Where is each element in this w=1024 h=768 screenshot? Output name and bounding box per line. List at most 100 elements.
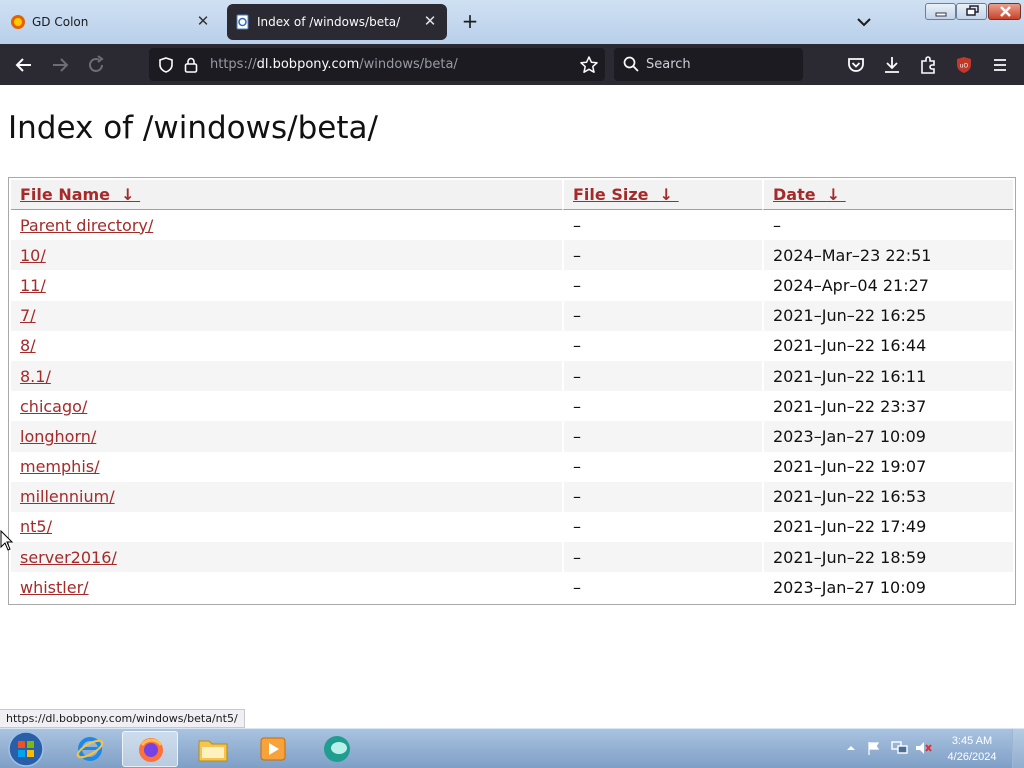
table-row: longhorn/ –2023–Jan–27 10:09 <box>11 421 1013 452</box>
reload-icon[interactable] <box>84 53 108 77</box>
file-size-cell: – <box>562 572 762 603</box>
taskbar-firefox[interactable] <box>122 731 178 767</box>
file-name-cell: memphis/ <box>11 452 562 482</box>
file-name-cell: 8/ <box>11 331 562 361</box>
date-cell: 2021–Jun–22 16:25 <box>762 300 1013 331</box>
shield-icon[interactable] <box>157 56 175 74</box>
system-clock[interactable]: 3:45 AM 4/26/2024 <box>936 733 1008 765</box>
date-cell: 2023–Jan–27 10:09 <box>762 572 1013 603</box>
tab-gd-colon[interactable]: GD Colon ✕ <box>2 4 220 40</box>
url-text[interactable]: https://dl.bobpony.com/windows/beta/ <box>210 57 458 72</box>
windows-taskbar: 3:45 AM 4/26/2024 <box>0 728 1024 768</box>
sort-by-name-link[interactable]: File Name ↓ <box>20 185 140 204</box>
search-input[interactable]: Search <box>646 57 691 72</box>
directory-link[interactable]: whistler/ <box>20 578 89 597</box>
taskbar-media-player[interactable] <box>245 731 301 767</box>
tab-index-of-windows-beta[interactable]: Index of /windows/beta/ ✕ <box>227 4 447 40</box>
date-cell: 2023–Jan–27 10:09 <box>762 421 1013 452</box>
file-size-cell: – <box>562 240 762 271</box>
address-bar[interactable]: https://dl.bobpony.com/windows/beta/ <box>149 48 605 81</box>
table-row: memphis/ –2021–Jun–22 19:07 <box>11 451 1013 482</box>
directory-link[interactable]: chicago/ <box>20 397 87 416</box>
directory-link[interactable]: longhorn/ <box>20 427 96 446</box>
file-size-cell: – <box>562 421 762 452</box>
table-row: 10/ –2024–Mar–23 22:51 <box>11 240 1013 271</box>
file-name-cell: millennium/ <box>11 481 562 512</box>
sort-arrow-icon: ↓ <box>121 185 135 204</box>
directory-link[interactable]: 8/ <box>20 336 36 355</box>
directory-link[interactable]: 8.1/ <box>20 367 51 386</box>
date-cell: 2024–Mar–23 22:51 <box>762 240 1013 271</box>
table-row: chicago/ –2021–Jun–22 23:37 <box>11 391 1013 422</box>
page-icon <box>236 14 249 30</box>
hamburger-menu-icon[interactable] <box>988 53 1012 77</box>
window-restore-button[interactable] <box>956 3 987 20</box>
directory-link[interactable]: memphis/ <box>20 457 99 476</box>
taskbar-app[interactable] <box>309 731 365 767</box>
table-row: whistler/ –2023–Jan–27 10:09 <box>11 572 1013 603</box>
extensions-puzzle-icon[interactable] <box>916 53 940 77</box>
file-size-cell: – <box>562 511 762 543</box>
directory-link[interactable]: server2016/ <box>20 548 117 567</box>
table-row: 8/ –2021–Jun–22 16:44 <box>11 330 1013 361</box>
table-row: 7/ –2021–Jun–22 16:25 <box>11 300 1013 331</box>
pocket-icon[interactable] <box>844 53 868 77</box>
file-size-cell: – <box>562 300 762 331</box>
sort-by-date-link[interactable]: Date ↓ <box>773 185 846 204</box>
clock-time: 3:45 AM <box>951 735 993 747</box>
network-icon[interactable] <box>890 740 908 756</box>
firefox-icon <box>139 738 163 762</box>
date-cell: 2024–Apr–04 21:27 <box>762 270 1013 301</box>
tab-title: GD Colon <box>32 15 89 29</box>
date-cell: 2021–Jun–22 16:53 <box>762 481 1013 512</box>
close-tab-icon[interactable]: ✕ <box>421 12 439 30</box>
file-size-cell: – <box>562 360 762 392</box>
back-arrow-icon[interactable] <box>12 53 36 77</box>
table-row: millennium/ –2021–Jun–22 16:53 <box>11 481 1013 512</box>
directory-link[interactable]: Parent directory/ <box>20 216 153 235</box>
lock-icon[interactable] <box>183 56 199 74</box>
date-cell: 2021–Jun–22 16:44 <box>762 330 1013 361</box>
new-tab-button[interactable]: + <box>458 10 482 34</box>
url-scheme: https:// <box>210 57 257 72</box>
ublock-origin-icon[interactable]: uO <box>952 53 976 77</box>
show-desktop-button[interactable] <box>1012 729 1024 768</box>
url-host: dl.bobpony.com <box>256 57 360 72</box>
page-title: Index of /windows/beta/ <box>8 110 378 146</box>
file-name-cell: 10/ <box>11 240 562 271</box>
file-name-cell: 11/ <box>11 270 562 300</box>
date-cell: 2021–Jun–22 16:11 <box>762 360 1013 392</box>
chevron-down-icon[interactable] <box>854 12 874 32</box>
volume-muted-icon[interactable] <box>914 740 932 756</box>
directory-link[interactable]: 11/ <box>20 276 46 295</box>
forward-arrow-icon[interactable] <box>48 53 72 77</box>
table-row: 8.1/ –2021–Jun–22 16:11 <box>11 360 1013 392</box>
file-name-cell: whistler/ <box>11 572 562 602</box>
download-icon[interactable] <box>880 53 904 77</box>
link-status-tooltip: https://dl.bobpony.com/windows/beta/nt5/ <box>0 709 245 728</box>
file-size-cell: – <box>562 270 762 301</box>
taskbar-file-explorer[interactable] <box>185 731 241 767</box>
file-name-cell: 7/ <box>11 300 562 331</box>
table-row: 11/ –2024–Apr–04 21:27 <box>11 270 1013 301</box>
search-bar[interactable]: Search <box>614 48 803 81</box>
sort-by-size-link[interactable]: File Size ↓ <box>573 185 679 204</box>
directory-link[interactable]: 10/ <box>20 246 46 265</box>
directory-link[interactable]: 7/ <box>20 306 36 325</box>
file-size-cell: – <box>562 391 762 422</box>
window-close-button[interactable] <box>988 3 1021 20</box>
window-minimize-button[interactable] <box>925 3 956 20</box>
sort-arrow-icon: ↓ <box>826 185 841 204</box>
date-cell: 2021–Jun–22 19:07 <box>762 451 1013 482</box>
close-tab-icon[interactable]: ✕ <box>194 12 212 30</box>
app-circle-icon <box>324 736 350 762</box>
start-button-icon[interactable] <box>6 730 46 768</box>
file-name-cell: server2016/ <box>11 542 562 573</box>
bookmark-star-icon[interactable] <box>579 55 599 75</box>
directory-link[interactable]: nt5/ <box>20 517 52 536</box>
directory-link[interactable]: millennium/ <box>20 487 115 506</box>
action-center-flag-icon[interactable] <box>866 740 882 756</box>
taskbar-internet-explorer[interactable] <box>62 731 118 767</box>
table-row: nt5/ –2021–Jun–22 17:49 <box>11 511 1013 543</box>
chevron-up-icon[interactable] <box>846 743 856 753</box>
